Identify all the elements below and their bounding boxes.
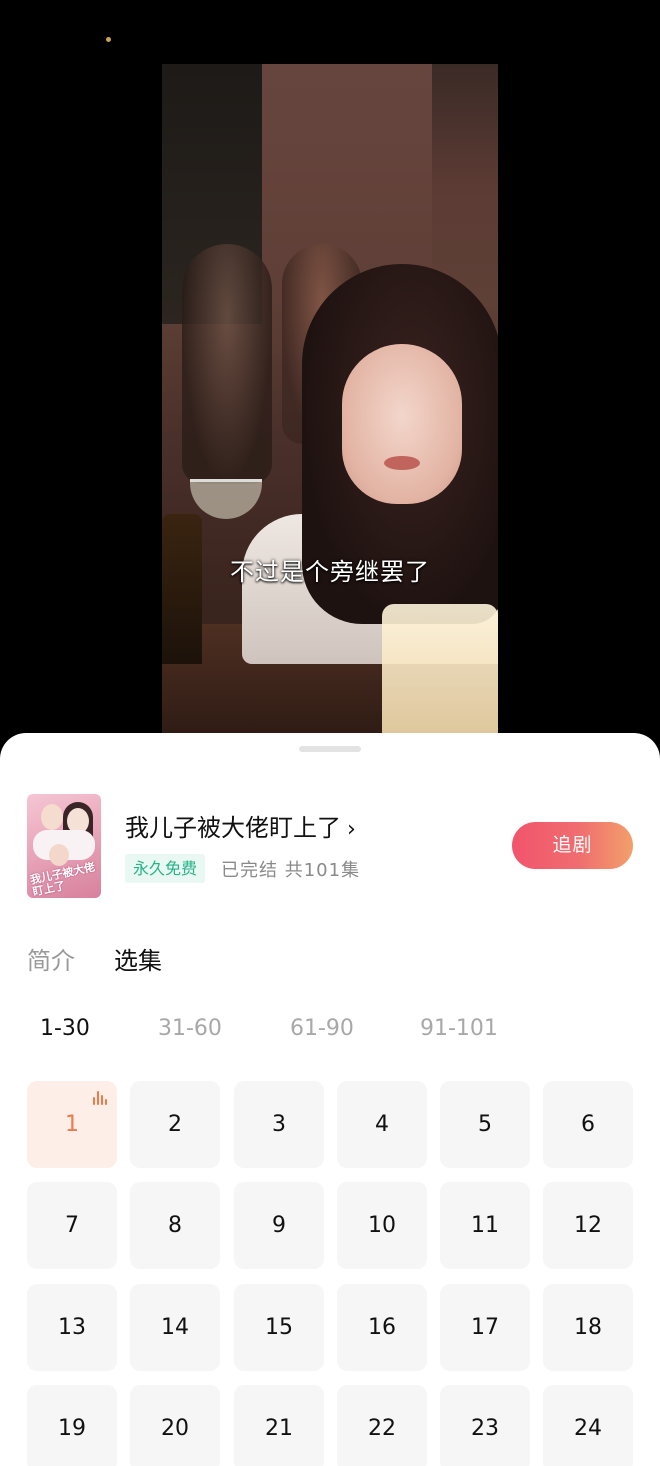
episode-button[interactable]: 12 <box>543 1182 633 1269</box>
episode-button[interactable]: 19 <box>27 1385 117 1466</box>
episode-button[interactable]: 14 <box>130 1284 220 1371</box>
playing-bars-icon <box>93 1091 107 1105</box>
episode-sheet: 我儿子被大佬盯上了 我儿子被大佬盯上了 › 永久免费 已完结 共101集 追剧 简… <box>0 733 660 1466</box>
episode-button[interactable]: 8 <box>130 1182 220 1269</box>
episode-button[interactable]: 10 <box>337 1182 427 1269</box>
episode-button[interactable]: 13 <box>27 1284 117 1371</box>
show-title: 我儿子被大佬盯上了 <box>125 814 341 842</box>
video-player[interactable]: 不过是个旁继罢了 <box>0 0 660 760</box>
range-31-60[interactable]: 31-60 <box>158 1016 222 1041</box>
tab-intro[interactable]: 简介 <box>27 941 75 976</box>
episode-button[interactable]: 11 <box>440 1182 530 1269</box>
episode-button[interactable]: 2 <box>130 1081 220 1168</box>
episode-button[interactable]: 6 <box>543 1081 633 1168</box>
episode-button[interactable]: 18 <box>543 1284 633 1371</box>
episode-button[interactable]: 21 <box>234 1385 324 1466</box>
episode-button[interactable]: 17 <box>440 1284 530 1371</box>
episode-button[interactable]: 5 <box>440 1081 530 1168</box>
episode-button[interactable]: 7 <box>27 1182 117 1269</box>
range-1-30[interactable]: 1-30 <box>40 1016 90 1041</box>
poster-title-art: 我儿子被大佬盯上了 <box>29 860 97 898</box>
episode-button[interactable]: 23 <box>440 1385 530 1466</box>
episode-button[interactable]: 9 <box>234 1182 324 1269</box>
status-indicator <box>106 37 111 42</box>
show-status: 已完结 共101集 <box>221 860 361 881</box>
episode-button[interactable]: 3 <box>234 1081 324 1168</box>
episode-button[interactable]: 15 <box>234 1284 324 1371</box>
episode-button[interactable]: 24 <box>543 1385 633 1466</box>
video-subtitle: 不过是个旁继罢了 <box>230 558 430 586</box>
free-badge: 永久免费 <box>125 854 206 883</box>
range-61-90[interactable]: 61-90 <box>290 1016 354 1041</box>
episode-button[interactable]: 1 <box>27 1081 117 1168</box>
episode-button[interactable]: 22 <box>337 1385 427 1466</box>
range-91-101[interactable]: 91-101 <box>420 1016 498 1041</box>
episode-button[interactable]: 4 <box>337 1081 427 1168</box>
episode-button[interactable]: 16 <box>337 1284 427 1371</box>
follow-button[interactable]: 追剧 <box>512 822 633 869</box>
video-frame[interactable] <box>162 64 498 744</box>
chevron-right-icon: › <box>347 817 356 842</box>
sheet-drag-handle[interactable] <box>299 746 361 752</box>
episode-button[interactable]: 20 <box>130 1385 220 1466</box>
tab-episodes[interactable]: 选集 <box>114 941 162 976</box>
show-title-link[interactable]: 我儿子被大佬盯上了 › <box>125 808 356 843</box>
show-poster[interactable]: 我儿子被大佬盯上了 <box>27 794 101 898</box>
